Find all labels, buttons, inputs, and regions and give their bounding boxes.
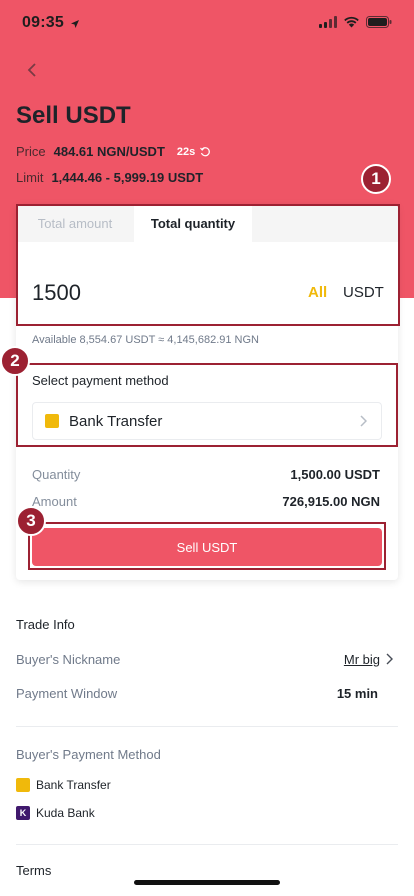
chevron-right-icon[interactable] [385,652,393,666]
buyer-nickname-label: Buyer's Nickname [16,652,121,667]
price-timer: 22s [176,145,196,158]
buyer-method-item: K Kuda Bank [16,806,95,820]
buyer-nickname-link[interactable]: Mr big [344,652,380,667]
amount-tabs: Total amount Total quantity [16,204,398,242]
amount-label: Amount [32,494,77,509]
kuda-bank-icon: K [16,806,30,820]
quantity-label: Quantity [32,467,81,482]
price-value: 484.61 NGN/USDT [53,144,165,159]
bank-transfer-icon [45,414,59,428]
sell-usdt-button[interactable]: Sell USDT [32,528,382,566]
cellular-signal-icon [319,16,337,28]
quantity-input[interactable]: 1500 [32,280,81,306]
step-marker-3: 3 [16,506,46,536]
trade-info-title: Trade Info [16,617,75,632]
tab-total-quantity[interactable]: Total quantity [134,204,252,242]
all-button[interactable]: All [308,284,327,301]
limit-value: 1,444.46 - 5,999.19 USDT [51,170,204,185]
buyer-nickname-value[interactable]: Mr big [344,652,380,667]
status-time: 09:35 [22,14,64,31]
chevron-right-icon [360,415,367,427]
buyer-method-label: Bank Transfer [36,778,111,792]
location-arrow-icon [71,20,79,28]
divider [16,726,398,727]
payment-method-value: Bank Transfer [69,412,163,430]
order-card: Total amount Total quantity 1500 All USD… [16,204,398,580]
back-button[interactable] [22,58,42,82]
payment-method-select[interactable]: Bank Transfer [32,402,382,440]
divider [16,844,398,845]
limit-row: Limit 1,444.46 - 5,999.19 USDT [16,170,203,185]
price-row: Price 484.61 NGN/USDT 22s [16,144,211,159]
battery-icon [366,16,392,28]
chevron-left-icon [27,63,36,77]
bank-transfer-icon [16,778,30,792]
price-label: Price [16,144,46,159]
buyer-method-label: Kuda Bank [36,806,95,820]
step-marker-2: 2 [0,346,30,376]
payment-method-label: Select payment method [32,373,169,388]
status-bar: 09:35 [0,0,414,48]
tab-total-amount[interactable]: Total amount [16,204,134,242]
page-title: Sell USDT [16,102,131,129]
quantity-value: 1,500.00 USDT [290,467,380,482]
buyer-method-item: Bank Transfer [16,778,111,792]
payment-window-value: 15 min [336,686,378,701]
terms-title: Terms [16,863,52,878]
step-marker-1: 1 [361,164,391,194]
home-indicator [134,880,280,885]
wifi-icon [344,16,359,28]
limit-label: Limit [16,170,44,185]
payment-window-label: Payment Window [16,686,118,701]
amount-value: 726,915.00 NGN [282,494,380,509]
quantity-unit: USDT [343,284,384,301]
available-balance: Available 8,554.67 USDT ≈ 4,145,682.91 N… [32,334,259,346]
refresh-icon[interactable] [199,146,211,158]
buyer-payment-method-title: Buyer's Payment Method [16,747,161,762]
